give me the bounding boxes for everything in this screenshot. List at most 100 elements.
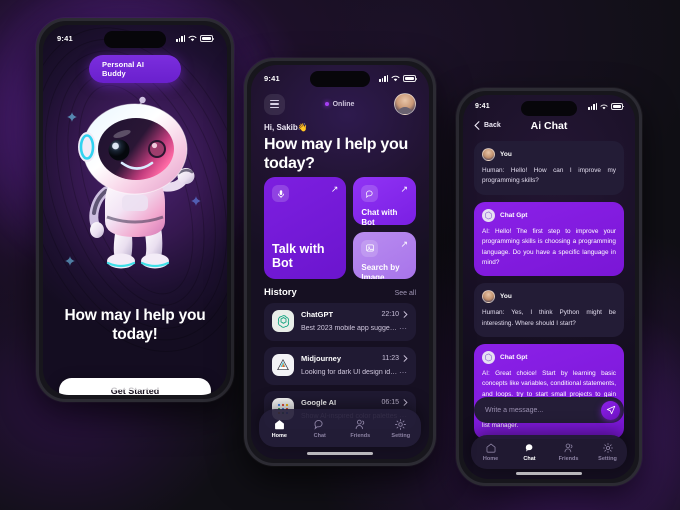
nav-label: Setting (391, 432, 411, 439)
signal-icon (176, 34, 185, 43)
battery-icon (200, 35, 214, 42)
image-search-icon (361, 239, 379, 257)
message-text: Human: Hello! How can I improve my progr… (482, 167, 616, 185)
open-arrow-icon: ↗ (400, 184, 408, 194)
search-by-image-card[interactable]: ↗ Search by Image (353, 231, 416, 279)
nav-item-friends[interactable]: Friends (552, 442, 586, 462)
nav-item-setting[interactable]: Setting (384, 418, 418, 439)
open-arrow-icon: ↗ (400, 238, 408, 249)
bubble-header: You (482, 148, 616, 161)
sender-name: You (500, 293, 512, 301)
page-title: How may I help you today? (264, 136, 408, 173)
phone-onboarding: 9:41 Personal AI Buddy How may I help yo… (36, 18, 234, 402)
list-item-body: ChatGPT 22:10 Best 2023 mobile app sugge… (301, 310, 408, 333)
nav-label: Setting (598, 456, 617, 462)
phone-ai-chat: 9:41 Back Ai Chat You Human: Hello! How … (456, 88, 642, 486)
signal-icon (379, 74, 388, 83)
page-title: Ai Chat (530, 119, 568, 132)
nav-item-home[interactable]: Home (474, 442, 508, 462)
more-options-icon[interactable]: ⋯ (399, 324, 408, 333)
sender-name: Chat Gpt (500, 211, 528, 219)
user-avatar (482, 148, 495, 161)
notch (104, 31, 166, 48)
friends-icon (355, 419, 364, 429)
chat-messages: You Human: Hello! How can I improve my p… (474, 141, 624, 440)
nav-label: Home (271, 432, 287, 439)
chatgpt-logo (272, 310, 294, 332)
status-time: 9:41 (264, 74, 280, 83)
avatar[interactable] (394, 93, 416, 115)
list-item-body: Midjourney 11:23 Looking for dark UI des… (301, 354, 408, 377)
phone2-screen: 9:41 Online Hi, Sakib👋 How may I help yo… (251, 65, 429, 459)
message-composer[interactable]: Write a message... (474, 397, 624, 423)
history-title: History (264, 287, 297, 298)
personal-ai-buddy-badge: Personal AI Buddy (89, 55, 181, 83)
status-badge: Online (324, 100, 355, 108)
nav-item-home[interactable]: Home (262, 418, 296, 439)
wifi-icon (600, 104, 608, 109)
chatgpt-logo (482, 208, 495, 222)
battery-icon (611, 103, 624, 110)
chat-bubble-bot: Chat Gpt AI: Great choice! Start by lear… (474, 344, 624, 440)
history-item-subtitle: Looking for dark UI design ideas. (301, 369, 399, 376)
chat-bubble-bot: Chat Gpt AI: Hello! The first step to im… (474, 201, 624, 277)
history-item-subtitle: Best 2023 mobile app suggestion... (301, 325, 399, 332)
message-text: Human: Yes, I think Python might be inte… (482, 309, 616, 327)
signal-icon (588, 103, 597, 110)
online-dot-icon (324, 102, 329, 106)
bottom-navigation: Home Chat Friends Setting (259, 409, 421, 447)
message-input[interactable]: Write a message... (485, 407, 601, 414)
history-item-name: Midjourney (301, 354, 342, 363)
sender-name: You (500, 151, 512, 158)
action-cards: ↗ Talk with Bot ↗ Chat with Bot ↗ Search… (264, 177, 416, 279)
nav-item-setting[interactable]: Setting (591, 442, 625, 462)
status-time: 9:41 (57, 34, 73, 43)
page-headline: How may I help you today! (64, 307, 206, 343)
online-label: Online (332, 100, 355, 108)
chat-with-bot-card[interactable]: ↗ Chat with Bot (353, 177, 416, 225)
card-label: Talk with Bot (272, 241, 325, 271)
status-icons (379, 74, 417, 83)
phone-home: 9:41 Online Hi, Sakib👋 How may I help yo… (244, 58, 436, 466)
nav-label: Chat (523, 456, 536, 462)
home-indicator (307, 452, 373, 455)
phone1-screen: 9:41 Personal AI Buddy How may I help yo… (43, 25, 227, 395)
chat-bubble-user: You Human: Hello! How can I improve my p… (474, 141, 624, 195)
chat-icon (525, 444, 532, 452)
nav-label: Home (482, 456, 499, 462)
history-header: History See all (264, 287, 416, 298)
notch (521, 101, 577, 116)
nav-item-chat[interactable]: Chat (513, 442, 547, 462)
list-item[interactable]: ChatGPT 22:10 Best 2023 mobile app sugge… (264, 303, 416, 341)
phone3-header: Back Ai Chat (474, 119, 624, 132)
chat-bubble-user: You Human: Yes, I think Python might be … (474, 283, 624, 337)
send-icon[interactable] (601, 400, 620, 420)
history-item-name: Google AI (301, 398, 337, 407)
bottom-navigation: Home Chat Friends Setting (471, 435, 627, 469)
phone3-screen: 9:41 Back Ai Chat You Human: Hello! How … (463, 95, 635, 479)
status-icons (176, 34, 214, 43)
history-item-time: 22:10 (381, 311, 399, 318)
wifi-icon (188, 35, 197, 42)
phone2-header: Online (264, 93, 416, 115)
chat-bubble-icon (361, 185, 379, 202)
nav-item-friends[interactable]: Friends (343, 418, 377, 439)
robot-mascot (60, 87, 210, 277)
gear-icon (602, 443, 613, 453)
nav-item-chat[interactable]: Chat (303, 418, 337, 439)
history-item-name: ChatGPT (301, 310, 334, 319)
bubble-header: You (482, 290, 616, 304)
nav-label: Friends (558, 456, 579, 462)
midjourney-logo (272, 354, 294, 376)
hamburger-menu-icon[interactable] (264, 93, 285, 115)
history-item-time: 11:23 (382, 355, 399, 362)
nav-label: Chat (313, 432, 326, 439)
talk-with-bot-card[interactable]: ↗ Talk with Bot (264, 177, 347, 279)
home-icon (274, 419, 284, 429)
more-options-icon[interactable]: ⋯ (399, 368, 408, 377)
see-all-link[interactable]: See all (395, 290, 416, 297)
home-icon (486, 443, 495, 453)
battery-icon (403, 75, 417, 82)
bubble-header: Chat Gpt (482, 208, 616, 222)
list-item[interactable]: Midjourney 11:23 Looking for dark UI des… (264, 347, 416, 385)
